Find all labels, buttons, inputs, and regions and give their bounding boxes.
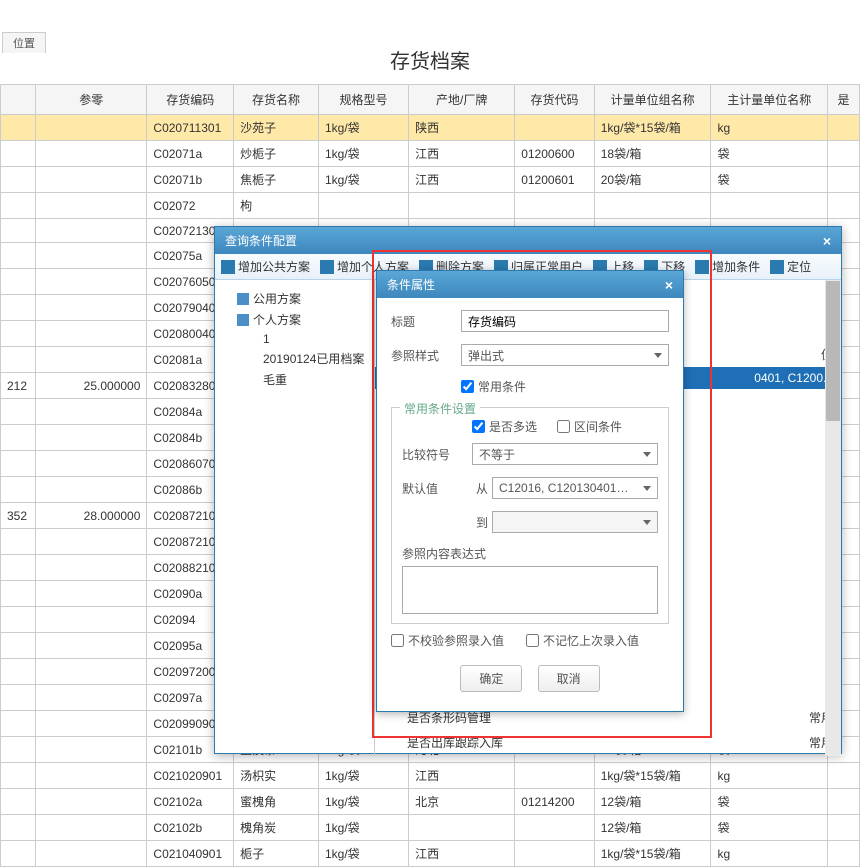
add-public-plan-button[interactable]: 增加公共方案 <box>221 258 310 275</box>
tree-node[interactable]: 20190124已用档案 <box>223 348 366 369</box>
cancel-button[interactable]: 取消 <box>538 665 600 692</box>
label-from: 从 <box>472 480 492 497</box>
label-default: 默认值 <box>402 480 472 497</box>
table-row[interactable]: C021020901汤枳实1kg/袋江西1kg/袋*15袋/箱kg <box>1 763 860 789</box>
no-validate-checkbox[interactable] <box>391 634 404 647</box>
chevron-down-icon <box>654 353 662 358</box>
default-to-select <box>492 511 658 533</box>
chevron-down-icon <box>643 452 651 457</box>
dialog-title: 条件属性 <box>387 276 435 293</box>
label-title: 标题 <box>391 313 461 330</box>
close-icon[interactable]: × <box>823 233 831 249</box>
multi-select-label: 是否多选 <box>489 418 537 435</box>
column-header[interactable]: 产地/厂牌 <box>409 85 515 115</box>
column-header[interactable]: 是 <box>828 85 860 115</box>
no-remember-checkbox[interactable] <box>526 634 539 647</box>
column-header[interactable]: 规格型号 <box>318 85 408 115</box>
column-header[interactable]: 主计量单位名称 <box>711 85 828 115</box>
tree-node[interactable]: 1 <box>223 330 366 348</box>
condition-row[interactable]: 是否出库跟踪入库常用 <box>375 730 841 755</box>
table-row[interactable]: C02071b焦栀子1kg/袋江西0120060120袋/箱袋 <box>1 167 860 193</box>
ok-button[interactable]: 确定 <box>460 665 522 692</box>
table-row[interactable]: C021040901栀子1kg/袋江西1kg/袋*15袋/箱kg <box>1 841 860 867</box>
scrollbar[interactable] <box>825 280 841 756</box>
table-row[interactable]: C02102a蜜槐角1kg/袋北京0121420012袋/箱袋 <box>1 789 860 815</box>
table-row[interactable]: C02072枸 <box>1 193 860 219</box>
folder-icon <box>237 293 249 305</box>
tab-stub[interactable]: 位置 <box>2 32 46 53</box>
chevron-down-icon <box>643 520 651 525</box>
title-input[interactable] <box>461 310 669 332</box>
plus-icon <box>320 260 334 274</box>
table-row[interactable]: C02071a炒栀子1kg/袋江西0120060018袋/箱袋 <box>1 141 860 167</box>
plan-tree[interactable]: 公用方案 个人方案 1 20190124已用档案 毛重 <box>215 280 375 756</box>
column-header[interactable]: 计量单位组名称 <box>594 85 711 115</box>
expression-textarea[interactable] <box>402 566 658 614</box>
add-condition-button[interactable]: 增加条件 <box>695 258 760 275</box>
common-condition-checkbox[interactable] <box>461 380 474 393</box>
column-header[interactable]: 存货名称 <box>234 85 319 115</box>
label-comparator: 比较符号 <box>402 446 472 463</box>
column-header[interactable] <box>1 85 36 115</box>
label-style: 参照样式 <box>391 347 461 364</box>
table-row[interactable]: C020711301沙苑子1kg/袋陕西1kg/袋*15袋/箱kg <box>1 115 860 141</box>
default-from-select[interactable]: C12016, C120130401, C12009… <box>492 477 658 499</box>
folder-icon <box>237 314 249 326</box>
no-remember-label: 不记忆上次录入值 <box>543 632 639 649</box>
no-validate-label: 不校验参照录入值 <box>408 632 504 649</box>
tree-node[interactable]: 毛重 <box>223 369 366 390</box>
multi-select-checkbox[interactable] <box>472 420 485 433</box>
fieldset-legend: 常用条件设置 <box>400 400 480 417</box>
common-settings-fieldset: 常用条件设置 是否多选 区间条件 比较符号 不等于 默认值 从 C12016, … <box>391 407 669 624</box>
column-header[interactable]: 存货编码 <box>147 85 234 115</box>
label-expression: 参照内容表达式 <box>402 545 486 562</box>
chevron-down-icon <box>643 486 651 491</box>
locate-button[interactable]: 定位 <box>770 258 811 275</box>
tree-personal-root[interactable]: 个人方案 <box>223 309 366 330</box>
locate-icon <box>770 260 784 274</box>
column-header[interactable]: 参零 <box>36 85 147 115</box>
column-header[interactable]: 存货代码 <box>515 85 595 115</box>
plus-icon <box>695 260 709 274</box>
dialog-title: 查询条件配置 <box>225 232 297 249</box>
plus-icon <box>221 260 235 274</box>
common-condition-label: 常用条件 <box>478 378 526 395</box>
comparator-select[interactable]: 不等于 <box>472 443 658 465</box>
tree-public-root[interactable]: 公用方案 <box>223 288 366 309</box>
range-condition-label: 区间条件 <box>574 418 622 435</box>
style-select[interactable]: 弹出式 <box>461 344 669 366</box>
close-icon[interactable]: × <box>665 277 673 293</box>
page-title: 存货档案 <box>0 30 860 84</box>
condition-property-dialog: 条件属性 × 标题 参照样式 弹出式 常用条件 常用条件设置 是否多选 区间条件 <box>376 270 684 712</box>
label-to: 到 <box>472 514 492 531</box>
range-condition-checkbox[interactable] <box>557 420 570 433</box>
